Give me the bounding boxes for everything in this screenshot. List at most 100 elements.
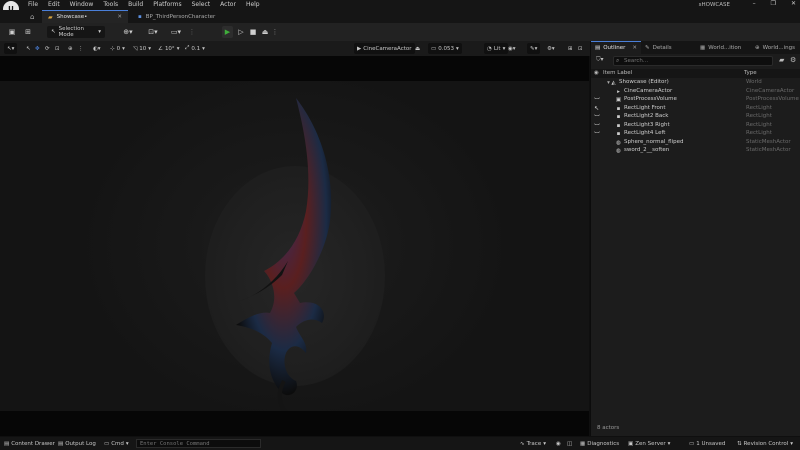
- scale-snap-toggle[interactable]: ⤢ 0.1 ▾: [185, 43, 205, 54]
- trace-icon: ∿: [520, 440, 525, 447]
- revision-control-button[interactable]: ⇅ Revision Control ▾: [737, 439, 793, 448]
- tree-row-showcase-editor[interactable]: ▾ ◭ Showcase (Editor) World: [591, 79, 800, 87]
- item-label-header[interactable]: Item Label: [603, 70, 632, 76]
- menu-edit[interactable]: Edit: [48, 1, 60, 8]
- tree-row-rectlight2-back[interactable]: ︶ ▪ RectLight2 Back RectLight: [591, 113, 800, 122]
- layout-icon[interactable]: ⊞: [568, 43, 573, 54]
- pilot-icon[interactable]: ⏏: [415, 43, 420, 54]
- outliner-icon: ▤: [595, 45, 601, 51]
- tab-label: World...ings: [762, 44, 795, 51]
- grid-snap-value: 0: [116, 45, 121, 52]
- add-folder-icon[interactable]: ▰: [779, 56, 784, 64]
- static-mesh-icon: ◍: [616, 148, 621, 154]
- angle-snap-toggle[interactable]: ∠ 10° ▾: [158, 43, 179, 54]
- menu-file[interactable]: File: [28, 1, 38, 8]
- tree-row-sphere-normal-fliped[interactable]: ◍ Sphere_normal_fliped StaticMeshActor: [591, 139, 800, 147]
- outliner-column-header: ◉ Item Label Type: [591, 69, 800, 78]
- view-mode-dropdown[interactable]: ◔ Lit ▾: [484, 43, 509, 54]
- select-tool-icon[interactable]: ↖: [26, 43, 31, 54]
- realtime-icon[interactable]: ✎▾: [527, 43, 541, 54]
- viewport-settings-icon[interactable]: ⚙▾: [547, 43, 555, 54]
- output-log-button[interactable]: ▤ Output Log: [58, 439, 96, 448]
- tree-row-rectlight4-left[interactable]: ︶ ▪ RectLight4 Left RectLight: [591, 130, 800, 139]
- content-drawer-button[interactable]: ▤ Content Drawer: [4, 439, 55, 448]
- row-label: CineCameraActor: [624, 87, 673, 94]
- tab-showcase[interactable]: ▰ Showcase• ✕: [42, 10, 128, 23]
- browse-icon[interactable]: ⊞: [22, 26, 34, 38]
- menu-build[interactable]: Build: [128, 1, 143, 8]
- tab-label: World...ition: [708, 44, 742, 51]
- tab-bp-thirdpersoncharacter[interactable]: ▪ BP_ThirdPersonCharacter: [132, 10, 218, 23]
- perspective-icon[interactable]: ◐▾: [93, 43, 101, 54]
- rotation-snap-value: 10: [139, 45, 147, 52]
- tab-world-partition[interactable]: ▦ World...ition: [696, 41, 751, 54]
- tree-row-sword-2-soften[interactable]: ◍ sword_2__soften StaticMeshActor: [591, 147, 800, 155]
- play-options-icon[interactable]: ⋮: [272, 26, 279, 38]
- minimize-button[interactable]: –: [753, 0, 756, 7]
- viewport-options-button[interactable]: ↖▾: [4, 43, 18, 54]
- camera-speed-dropdown[interactable]: ▭ 0.053 ▾: [428, 43, 462, 54]
- add-content-icon[interactable]: ⊕▾: [120, 26, 136, 38]
- menu-select[interactable]: Select: [192, 1, 211, 8]
- tree-row-rectlight3-right[interactable]: ︶ ▪ RectLight3 Right RectLight: [591, 122, 800, 131]
- menu-help[interactable]: Help: [246, 1, 260, 8]
- scale-tool-icon[interactable]: ⊡: [55, 43, 60, 54]
- tree-row-rectlight-front[interactable]: ↖ ▪ RectLight Front RectLight: [591, 105, 800, 113]
- world-space-icon[interactable]: ⊕: [68, 43, 73, 54]
- menu-platforms[interactable]: Platforms: [153, 1, 181, 8]
- revision-control-label: Revision Control: [743, 440, 789, 447]
- rotate-tool-icon[interactable]: ⟳: [45, 43, 50, 54]
- save-icon[interactable]: ▣: [6, 26, 18, 38]
- cinematics-icon[interactable]: ▭▾: [168, 26, 184, 38]
- outliner-search-input[interactable]: [613, 56, 773, 66]
- tab-outliner[interactable]: ▤ Outliner ✕: [591, 41, 641, 54]
- level-viewport[interactable]: [0, 56, 589, 436]
- camera-capture-icon[interactable]: ◫: [567, 439, 572, 448]
- play-button[interactable]: ▶: [222, 26, 233, 38]
- close-button[interactable]: ✕: [791, 0, 796, 7]
- selection-mode-dropdown[interactable]: ↖ Selection Mode ▾: [47, 26, 105, 38]
- close-tab-icon[interactable]: ✕: [632, 45, 637, 51]
- maximize-viewport-icon[interactable]: ⊡: [578, 43, 583, 54]
- maximize-button[interactable]: ❐: [771, 0, 776, 7]
- camera-icon: ▶: [357, 45, 362, 52]
- status-bar: ▤ Content Drawer ▤ Output Log ▭ Cmd ▾ ∿ …: [0, 437, 800, 450]
- type-header[interactable]: Type: [744, 70, 757, 76]
- console-command-input[interactable]: [136, 439, 261, 448]
- blueprints-icon[interactable]: ⊡▾: [145, 26, 161, 38]
- zen-server-button[interactable]: ▣ Zen Server ▾: [628, 439, 670, 448]
- content-drawer-label: Content Drawer: [11, 440, 55, 447]
- translate-tool-icon[interactable]: ✥: [35, 43, 40, 54]
- trace-dropdown[interactable]: ∿ Trace ▾: [520, 439, 546, 448]
- tab-details[interactable]: ✎ Details: [641, 41, 696, 54]
- settings-gear-icon[interactable]: ⚙: [790, 56, 796, 64]
- menu-actor[interactable]: Actor: [220, 1, 236, 8]
- selection-mode-label: Selection Mode: [58, 26, 84, 38]
- eject-button[interactable]: ⏏: [260, 26, 270, 38]
- filter-icon[interactable]: ⛉▾: [596, 56, 610, 66]
- surface-snap-icon[interactable]: ⋮: [78, 43, 84, 54]
- close-tab-icon[interactable]: ✕: [117, 14, 122, 20]
- rotation-snap-toggle[interactable]: ◹ 10 ▾: [133, 43, 151, 54]
- row-type: CineCameraActor: [746, 87, 795, 94]
- grid-snap-toggle[interactable]: ⊹ 0 ▾: [110, 43, 125, 54]
- row-type: PostProcessVolume: [746, 96, 799, 102]
- tree-row-cinecameraactor[interactable]: ▸ CineCameraActor CineCameraActor: [591, 88, 800, 96]
- tab-world-settings[interactable]: ⊕ World...ings: [751, 41, 800, 54]
- show-flags-icon[interactable]: ◉▾: [508, 43, 516, 54]
- stop-button[interactable]: ■: [248, 26, 258, 38]
- menu-window[interactable]: Window: [70, 1, 94, 8]
- record-icon[interactable]: ◉: [556, 439, 561, 448]
- home-icon[interactable]: ⌂: [30, 13, 34, 21]
- camera-actor-dropdown[interactable]: ▶ CineCameraActor: [354, 43, 415, 54]
- cmd-dropdown[interactable]: ▭ Cmd ▾: [104, 439, 129, 448]
- menu-bar: U File Edit Window Tools Build Platforms…: [0, 0, 800, 17]
- menu-tools[interactable]: Tools: [103, 1, 118, 8]
- actor-count: 8 actors: [597, 425, 620, 431]
- step-button[interactable]: ▷: [236, 26, 246, 38]
- unsaved-button[interactable]: ▭ 1 Unsaved: [689, 439, 725, 448]
- content-drawer-icon: ▤: [4, 440, 10, 447]
- trace-label: Trace: [526, 440, 542, 447]
- diagnostics-button[interactable]: ▦ Diagnostics: [580, 439, 619, 448]
- tree-row-postprocessvolume[interactable]: ︶ ▣ PostProcessVolume PostProcessVolume: [591, 96, 800, 105]
